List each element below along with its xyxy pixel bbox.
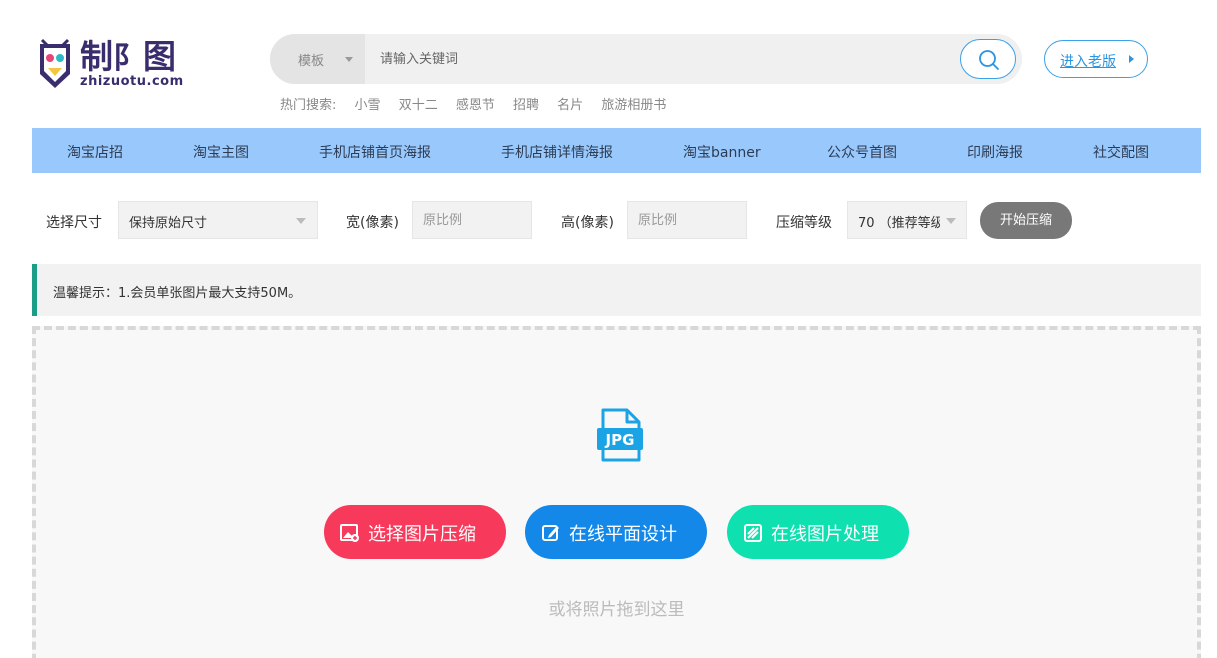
image-process-icon [744, 524, 762, 542]
select-image-compress-button[interactable]: 选择图片压缩 [324, 505, 506, 559]
online-image-process-button[interactable]: 在线图片处理 [727, 505, 909, 559]
size-label: 选择尺寸 [46, 215, 102, 231]
hot-search-item[interactable]: 小雪 [355, 94, 381, 113]
edit-icon [542, 525, 559, 541]
search-icon [979, 50, 999, 70]
caret-down-icon [296, 218, 306, 224]
search-button[interactable] [960, 39, 1016, 79]
caret-right-icon [1129, 55, 1134, 63]
search-category-select[interactable]: 模板 [270, 34, 365, 84]
hot-search-item[interactable]: 旅游相册书 [601, 94, 666, 113]
online-design-label: 在线平面设计 [569, 524, 677, 545]
select-image-compress-label: 选择图片压缩 [368, 524, 476, 545]
online-design-button[interactable]: 在线平面设计 [525, 505, 707, 559]
hot-search-label: 热门搜索: [280, 98, 337, 113]
nav-item-taobao-main-image[interactable]: 淘宝主图 [193, 142, 249, 162]
compression-level-select[interactable]: 70 （推荐等级） [847, 201, 967, 239]
nav-item-mobile-home-poster[interactable]: 手机店铺首页海报 [319, 142, 431, 162]
jpg-file-icon: JPG [597, 408, 643, 462]
caret-down-icon [946, 218, 956, 224]
size-select-value: 保持原始尺寸 [129, 216, 208, 231]
upload-dropzone[interactable]: JPG 选择图片压缩 在线平面设计 在线图片处理 或将照片拖到这里 [32, 326, 1201, 658]
tip-banner: 温馨提示：1.会员单张图片最大支持50M。 [32, 264, 1201, 316]
drop-hint: 或将照片拖到这里 [548, 600, 685, 620]
logo-text: 制阝图 [80, 37, 176, 77]
logo-domain: zhizuotu.com [80, 74, 184, 89]
search-category-label: 模板 [298, 54, 325, 69]
hot-search-item[interactable]: 名片 [557, 94, 583, 113]
start-compress-button[interactable]: 开始压缩 [980, 202, 1072, 239]
nav-item-wechat-cover[interactable]: 公众号首图 [827, 142, 897, 162]
image-upload-icon [340, 524, 359, 542]
search-bar: 模板 [270, 34, 1022, 84]
nav-item-mobile-detail-poster[interactable]: 手机店铺详情海报 [501, 142, 613, 162]
height-label: 高(像素) [561, 215, 614, 231]
nav-item-taobao-shop-sign[interactable]: 淘宝店招 [67, 142, 123, 162]
hot-search: 热门搜索: 小雪 双十二 感恩节 招聘 名片 旅游相册书 [280, 94, 680, 113]
old-version-label: 进入老版 [1060, 54, 1116, 70]
size-select[interactable]: 保持原始尺寸 [118, 201, 318, 239]
caret-down-icon [345, 57, 353, 62]
logo[interactable]: 制阝图 zhizuotu.com [36, 38, 196, 96]
width-input[interactable] [412, 201, 532, 239]
compression-level-value: 70 （推荐等级） [858, 216, 940, 231]
svg-text:JPG: JPG [605, 431, 635, 449]
old-version-button[interactable]: 进入老版 [1044, 40, 1148, 78]
hot-search-item[interactable]: 招聘 [513, 94, 539, 113]
height-input[interactable] [627, 201, 747, 239]
nav-item-print-poster[interactable]: 印刷海报 [967, 142, 1023, 162]
hot-search-item[interactable]: 感恩节 [456, 94, 495, 113]
logo-mascot-icon [40, 38, 70, 88]
category-nav: 淘宝店招 淘宝主图 手机店铺首页海报 手机店铺详情海报 淘宝banner 公众号… [32, 128, 1201, 173]
nav-item-taobao-banner[interactable]: 淘宝banner [683, 142, 761, 162]
width-label: 宽(像素) [346, 215, 399, 231]
nav-item-social-image[interactable]: 社交配图 [1093, 142, 1149, 162]
compression-level-label: 压缩等级 [776, 215, 832, 231]
hot-search-item[interactable]: 双十二 [399, 94, 438, 113]
online-image-process-label: 在线图片处理 [771, 524, 879, 545]
search-input[interactable] [380, 44, 940, 74]
tip-text: 温馨提示：1.会员单张图片最大支持50M。 [53, 286, 302, 301]
page: 制阝图 zhizuotu.com 模板 进入老版 热门搜索: 小雪 双十二 感恩… [0, 0, 1217, 658]
